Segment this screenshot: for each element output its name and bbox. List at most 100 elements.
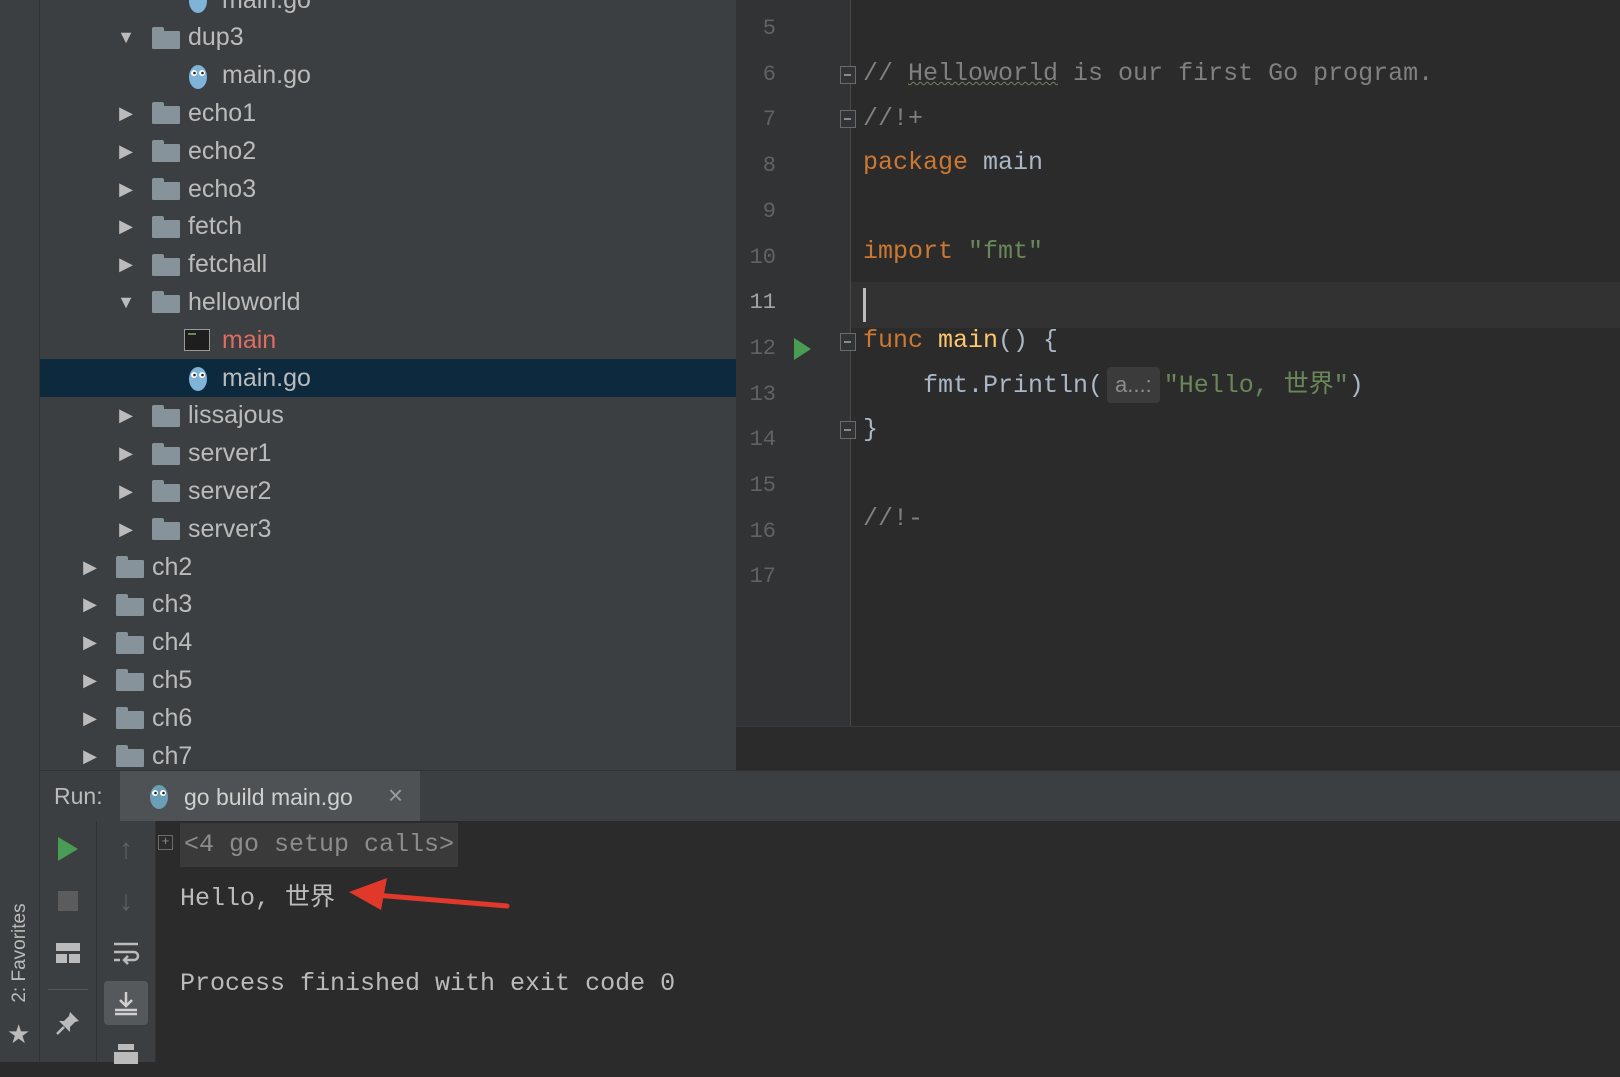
tree-item-folder[interactable]: ▶ echo1 <box>40 94 736 132</box>
tree-item-folder[interactable]: ▶ ch5 <box>40 661 736 699</box>
parameter-hint: a...: <box>1107 367 1160 403</box>
go-file-icon <box>187 0 209 14</box>
tree-item-folder[interactable]: ▶ ch4 <box>40 624 736 662</box>
folder-icon <box>152 140 180 163</box>
scroll-to-end-icon[interactable] <box>104 981 148 1025</box>
fold-marker-icon[interactable] <box>840 421 856 439</box>
run-panel-header: Run: go build main.go × <box>40 770 1620 822</box>
stop-icon[interactable] <box>46 879 90 923</box>
folder-icon <box>152 442 180 465</box>
editor-bottom-area <box>736 726 1620 771</box>
tree-item-folder[interactable]: ▶ ch3 <box>40 586 736 624</box>
line-number: 16 <box>749 518 776 544</box>
chevron-right-icon[interactable]: ▶ <box>116 179 136 199</box>
run-tab[interactable]: go build main.go × <box>120 771 420 821</box>
chevron-right-icon[interactable]: ▶ <box>80 670 100 690</box>
chevron-right-icon[interactable]: ▶ <box>80 708 100 728</box>
close-icon[interactable]: × <box>388 780 403 811</box>
identifier: main <box>968 148 1044 177</box>
chevron-right-icon[interactable]: ▶ <box>116 103 136 123</box>
typo-underlined-word: Helloworld <box>908 59 1059 88</box>
soft-wrap-icon[interactable] <box>104 931 148 975</box>
print-icon[interactable] <box>104 1033 148 1077</box>
tree-item-folder[interactable]: ▶ fetchall <box>40 246 736 284</box>
go-file-icon <box>187 62 209 90</box>
tree-item-go-file[interactable]: main.go <box>40 57 736 95</box>
folder-icon <box>152 102 180 125</box>
tree-item-folder[interactable]: ▶ ch2 <box>40 548 736 586</box>
layout-icon[interactable] <box>46 931 90 975</box>
code-line-7: //!+ <box>863 104 924 133</box>
go-file-icon <box>187 364 209 392</box>
chevron-right-icon[interactable]: ▶ <box>116 141 136 161</box>
tree-item-folder[interactable]: ▶ lissajous <box>40 397 736 435</box>
keyword: import <box>863 237 954 266</box>
chevron-right-icon[interactable]: ▶ <box>116 481 136 501</box>
tree-item-go-file[interactable]: main.go <box>40 359 736 397</box>
up-arrow-icon[interactable]: ↑ <box>104 827 148 871</box>
folder-icon <box>152 518 180 541</box>
console-exit-line: Process finished with exit code 0 <box>180 969 676 998</box>
tree-item-label: main <box>222 325 277 354</box>
rerun-icon[interactable] <box>46 827 90 871</box>
tree-item-folder[interactable]: ▶ echo2 <box>40 132 736 170</box>
chevron-right-icon[interactable]: ▶ <box>80 632 100 653</box>
tree-item-label: lissajous <box>188 401 284 430</box>
tree-item-label: ch4 <box>152 628 193 657</box>
chevron-right-icon[interactable]: ▶ <box>116 519 136 539</box>
folder-icon <box>116 669 144 692</box>
tree-item-folder[interactable]: ▶ echo3 <box>40 170 736 208</box>
folded-setup-calls[interactable]: <4 go setup calls> <box>180 823 459 867</box>
folder-icon <box>152 291 180 314</box>
tree-item-folder[interactable]: ▶ server2 <box>40 472 736 510</box>
line-number: 15 <box>749 473 776 498</box>
code-line-12: func main() { <box>863 318 1058 364</box>
tree-item-label: dup3 <box>188 23 244 52</box>
tree-item-folder[interactable]: ▶ fetch <box>40 208 736 246</box>
chevron-right-icon[interactable]: ▶ <box>80 746 100 766</box>
run-tab-label: go build main.go <box>184 784 353 810</box>
chevron-right-icon[interactable]: ▶ <box>80 594 100 615</box>
line-number: 10 <box>749 244 776 270</box>
run-gutter-icon[interactable] <box>794 338 811 360</box>
line-number: 5 <box>762 16 776 41</box>
favorites-tool-tab[interactable]: 2: Favorites ★ <box>4 882 36 1052</box>
pin-icon[interactable] <box>46 1001 90 1045</box>
fold-marker-icon[interactable] <box>840 333 856 351</box>
tree-item-executable[interactable]: main <box>40 321 736 359</box>
folder-icon <box>152 26 180 49</box>
fold-marker-icon[interactable] <box>840 110 856 128</box>
tree-item-folder[interactable]: ▼ helloworld <box>40 283 736 321</box>
tree-item-folder[interactable]: ▼ dup3 <box>40 19 736 57</box>
left-tool-strip: 2: Favorites ★ <box>0 0 40 1062</box>
tree-item-folder[interactable]: ▶ ch7 <box>40 737 736 770</box>
code-punctuation: () { <box>998 326 1059 355</box>
tree-item-folder[interactable]: ▶ server1 <box>40 435 736 473</box>
string-literal: "fmt" <box>953 237 1044 266</box>
chevron-right-icon[interactable]: ▶ <box>116 216 136 237</box>
chevron-right-icon[interactable]: ▶ <box>116 405 136 426</box>
tree-item-label: echo2 <box>188 136 257 165</box>
tree-item-label: ch7 <box>152 741 193 770</box>
code-line-8: package main <box>863 140 1043 186</box>
tree-item-folder[interactable]: ▶ ch6 <box>40 699 736 737</box>
run-console[interactable]: + <4 go setup calls> Hello, 世界 Process f… <box>156 821 1620 1062</box>
down-arrow-icon[interactable]: ↓ <box>104 879 148 923</box>
chevron-right-icon[interactable]: ▶ <box>80 557 100 577</box>
chevron-right-icon[interactable]: ▶ <box>116 254 136 275</box>
code-editor[interactable]: 5 6 7 8 9 10 11 12 13 14 15 16 17 // Helloworld is o… <box>736 0 1620 726</box>
tree-item-label: server3 <box>188 514 272 543</box>
tree-item-go-file[interactable]: main.go <box>40 0 736 19</box>
chevron-right-icon[interactable]: ▶ <box>116 443 136 464</box>
folder-icon <box>152 253 180 276</box>
tree-item-label: ch3 <box>152 590 193 619</box>
fold-marker-icon[interactable] <box>840 66 856 84</box>
expand-fold-icon[interactable]: + <box>158 835 173 850</box>
chevron-down-icon[interactable]: ▼ <box>116 292 136 312</box>
tree-item-label: echo3 <box>188 174 257 203</box>
code-line-10: import "fmt" <box>863 229 1043 275</box>
tree-item-folder[interactable]: ▶ server3 <box>40 510 736 548</box>
run-toolbar-primary <box>40 821 97 1062</box>
favorites-label: 2: Favorites <box>9 903 30 1003</box>
chevron-down-icon[interactable]: ▼ <box>116 27 136 48</box>
